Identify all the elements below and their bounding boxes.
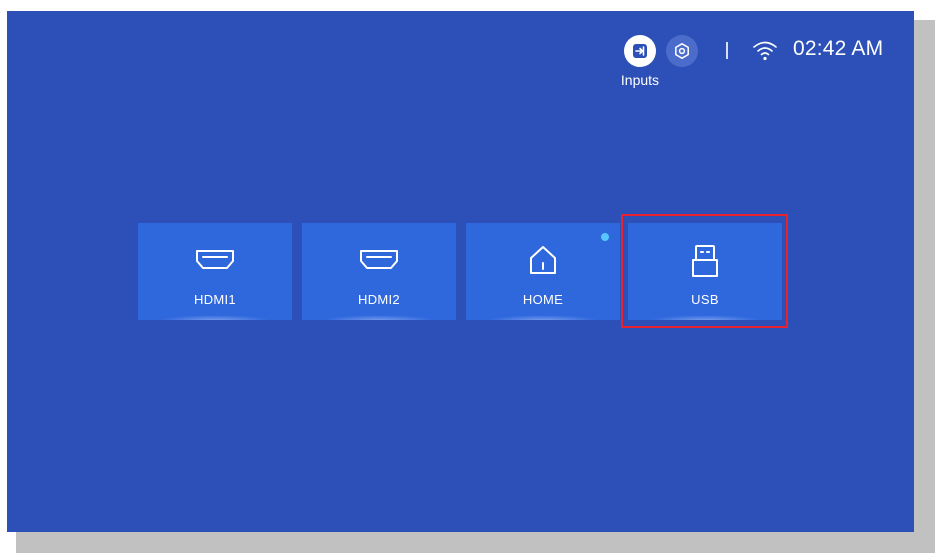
- home-icon: [530, 246, 556, 274]
- tv-canvas: Inputs 02:42 AM HDMI1 HDMI2 HOME USB: [0, 0, 935, 558]
- tile-label: USB: [691, 292, 719, 307]
- input-source-icon: [633, 44, 647, 58]
- settings-icon: [675, 43, 689, 59]
- clock-time: 02:42 AM: [793, 37, 884, 60]
- tile-label: HOME: [522, 292, 564, 307]
- notification-dot: [601, 233, 609, 241]
- hdmi-icon: [196, 250, 234, 269]
- input-tile-home[interactable]: HOME: [466, 223, 620, 320]
- input-tile-hdmi1[interactable]: HDMI1: [138, 223, 292, 320]
- wifi-icon: [753, 41, 777, 61]
- status-divider: [726, 42, 728, 59]
- usb-icon: [692, 245, 718, 277]
- tile-label: HDMI1: [194, 292, 236, 307]
- tile-label: HDMI2: [358, 292, 400, 307]
- input-tile-usb[interactable]: USB: [628, 223, 782, 320]
- tv-screen: Inputs 02:42 AM HDMI1 HDMI2 HOME USB: [7, 11, 914, 532]
- hdmi-icon: [360, 250, 398, 269]
- inputs-button[interactable]: [624, 35, 656, 67]
- inputs-label: Inputs: [620, 72, 660, 88]
- settings-button[interactable]: [666, 35, 698, 67]
- input-tile-hdmi2[interactable]: HDMI2: [302, 223, 456, 320]
